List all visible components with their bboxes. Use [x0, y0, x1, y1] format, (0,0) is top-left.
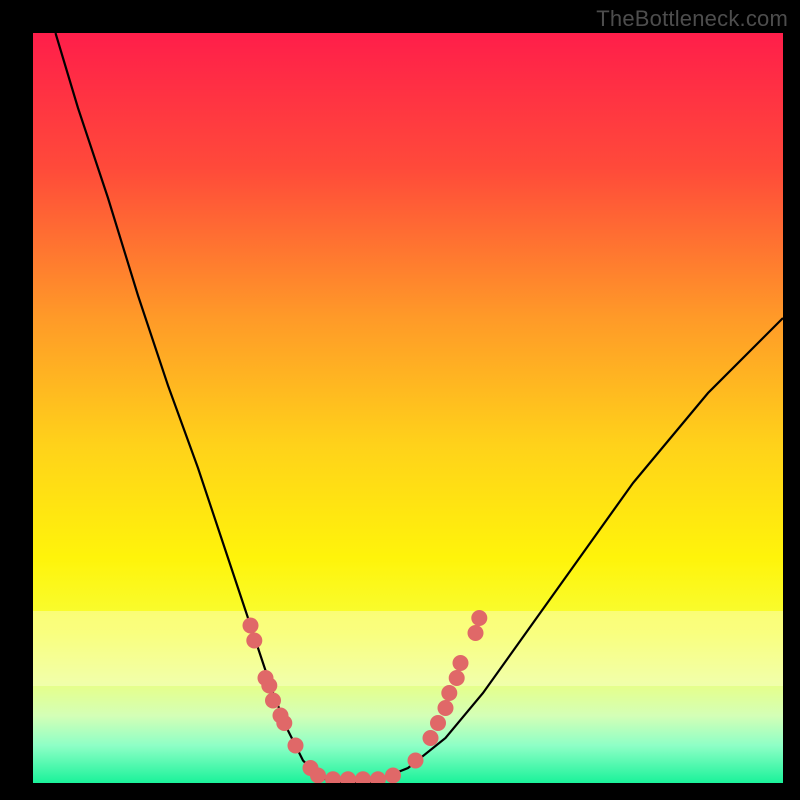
- pale-yellow-band: [33, 611, 783, 686]
- watermark-text: TheBottleneck.com: [596, 6, 788, 32]
- chart-frame: TheBottleneck.com: [0, 0, 800, 800]
